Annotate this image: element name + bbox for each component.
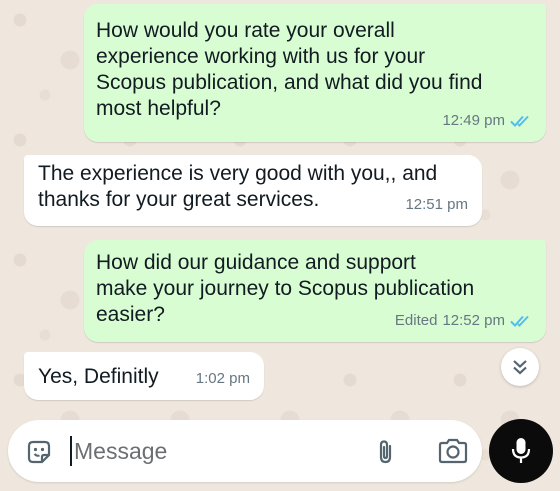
text-cursor	[70, 436, 72, 466]
message-time: 12:49 pm	[442, 112, 505, 129]
message-time: 1:02 pm	[195, 370, 250, 387]
mic-icon	[511, 438, 531, 463]
scroll-to-bottom-button[interactable]	[501, 348, 539, 386]
message-meta: 1:02 pm	[196, 366, 250, 392]
message-input[interactable]	[74, 432, 304, 470]
double-check-icon	[510, 315, 529, 327]
incoming-message-bubble[interactable]: Yes, Definitly 1:02 pm	[24, 352, 264, 400]
edited-label: Edited	[394, 312, 438, 329]
chevron-down-double-icon	[513, 360, 527, 375]
outgoing-message-bubble[interactable]: How did our guidance and support make yo…	[84, 240, 546, 342]
message-text: How would you rate your overall experien…	[96, 19, 483, 120]
message-time: 12:51 pm	[405, 196, 468, 213]
voice-message-button[interactable]	[489, 419, 553, 483]
incoming-message-bubble[interactable]: The experience is very good with you,, a…	[24, 155, 482, 226]
message-composer	[8, 420, 482, 482]
message-time: 12:52 pm	[442, 312, 505, 329]
message-meta: 12:49 pm	[442, 108, 532, 134]
attach-icon[interactable]	[372, 437, 400, 467]
outgoing-message-bubble[interactable]: How would you rate your overall experien…	[84, 4, 546, 142]
emoji-icon[interactable]	[25, 438, 53, 466]
message-meta: 12:51 pm	[405, 192, 468, 218]
message-meta: Edited 12:52 pm	[395, 308, 532, 334]
double-check-icon	[510, 115, 529, 127]
message-text: The experience is very good with you,, a…	[38, 162, 438, 211]
camera-icon[interactable]	[436, 436, 470, 466]
